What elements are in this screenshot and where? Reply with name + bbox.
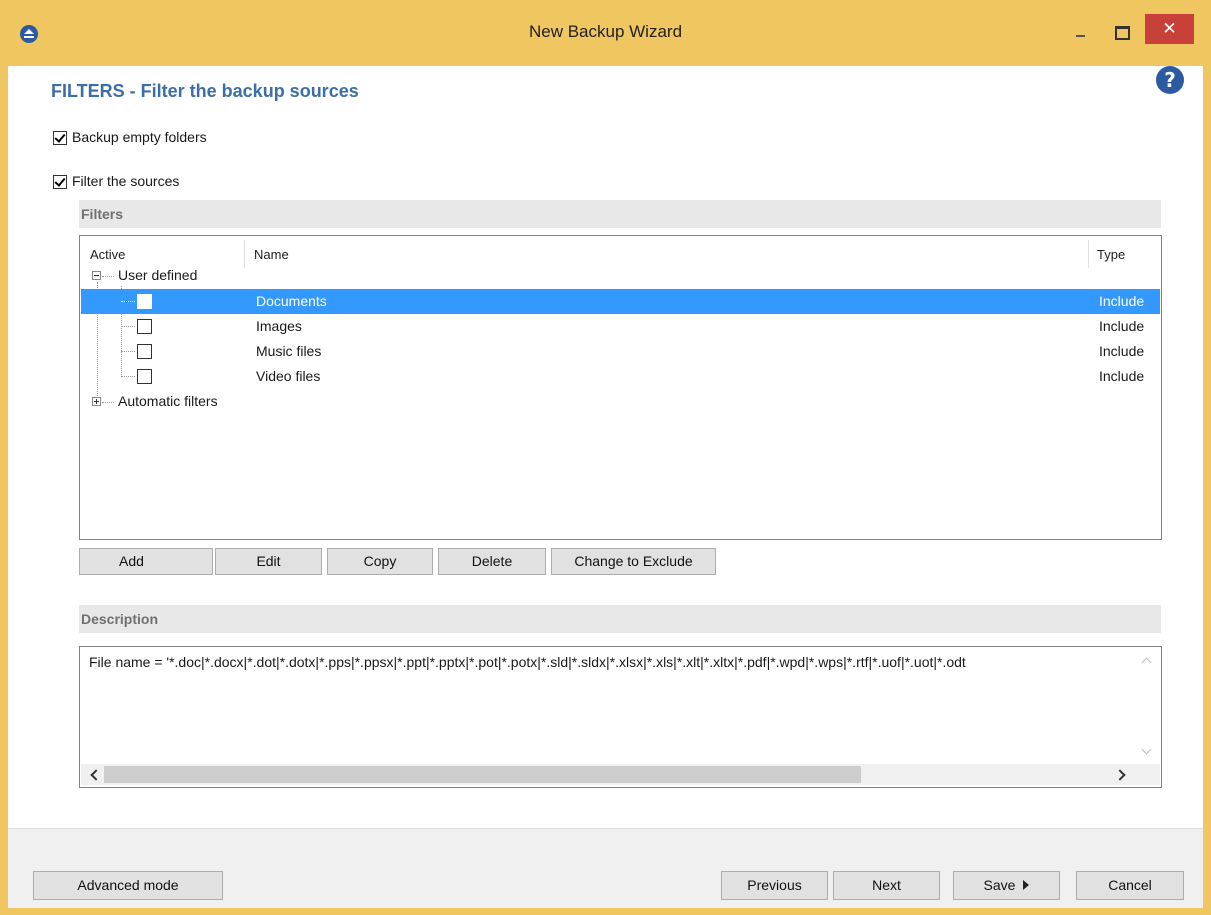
filter-active-checkbox[interactable] [137,344,152,359]
filter-active-checkbox[interactable] [137,369,152,384]
description-box[interactable]: File name = '*.doc|*.docx|*.dot|*.dotx|*… [79,646,1162,788]
filter-type: Include [1099,318,1145,334]
column-header-type[interactable]: Type [1097,241,1125,268]
column-separator[interactable] [1088,240,1089,268]
edit-button[interactable]: Edit [215,548,322,575]
help-icon[interactable]: ? [1156,66,1184,94]
tree-connector [102,276,114,277]
change-to-exclude-button[interactable]: Change to Exclude [551,548,716,575]
backup-empty-folders-label[interactable]: Backup empty folders [72,129,207,145]
save-arrow-icon [1023,880,1030,891]
scroll-up-icon[interactable] [1142,656,1152,666]
add-button-label: Add [119,553,144,569]
group-user-defined[interactable]: User defined [118,267,197,283]
description-section-header: Description [79,605,1161,633]
next-button[interactable]: Next [833,871,940,900]
title-bar: New Backup Wizard ✕ [0,0,1211,66]
add-button[interactable]: Add [79,548,274,575]
group-automatic-filters[interactable]: Automatic filters [118,393,218,409]
filter-row-documents[interactable]: Documents Include [81,289,1160,314]
delete-button[interactable]: Delete [438,548,546,575]
tree-connector [121,351,135,352]
filter-active-checkbox[interactable] [137,319,152,334]
wizard-content: ? FILTERS - Filter the backup sources Ba… [8,66,1203,908]
collapse-icon[interactable] [92,271,101,280]
scroll-down-icon[interactable] [1142,746,1152,756]
tree-connector [121,301,135,302]
expand-icon[interactable] [92,397,101,406]
previous-button[interactable]: Previous [721,871,828,900]
tree-connector [121,376,135,377]
filter-active-checkbox[interactable] [137,294,152,309]
scroll-left-icon[interactable] [89,769,99,779]
advanced-mode-button[interactable]: Advanced mode [33,871,223,900]
maximize-icon[interactable] [1107,24,1137,44]
filter-row-music-files[interactable]: Music files Include [81,339,1160,364]
page-title: FILTERS - Filter the backup sources [51,81,359,101]
horizontal-scrollbar[interactable] [81,764,1160,785]
backup-empty-folders-checkbox[interactable] [53,131,67,145]
filter-name: Documents [256,293,327,309]
tree-connector [102,402,114,403]
column-header-name[interactable]: Name [254,241,289,268]
close-icon[interactable]: ✕ [1145,14,1194,44]
filter-type: Include [1099,343,1145,359]
tree-connector [121,326,135,327]
minimize-icon[interactable] [1066,22,1096,42]
filter-name: Music files [256,343,322,359]
save-button-label: Save [983,877,1016,893]
filter-sources-checkbox[interactable] [53,175,67,189]
filter-type: Include [1099,293,1145,309]
filter-type: Include [1099,368,1145,384]
copy-button[interactable]: Copy [327,548,433,575]
save-button[interactable]: Save [953,871,1060,900]
description-text: File name = '*.doc|*.docx|*.dot|*.dotx|*… [89,654,966,670]
scrollbar-thumb[interactable] [104,766,861,783]
filter-name: Images [256,318,302,334]
filter-name: Video files [256,368,321,384]
column-separator[interactable] [244,240,245,268]
filter-row-video-files[interactable]: Video files Include [81,364,1160,389]
filter-sources-label[interactable]: Filter the sources [72,173,179,189]
footer-bar: Advanced mode Previous Next Save Cancel [8,828,1203,908]
column-header-active[interactable]: Active [90,241,125,268]
filter-row-images[interactable]: Images Include [81,314,1160,339]
filters-section-header: Filters [79,200,1161,228]
cancel-button[interactable]: Cancel [1076,871,1184,900]
window-title: New Backup Wizard [528,22,683,41]
scroll-right-icon[interactable] [1116,769,1126,779]
filters-tree[interactable]: Active Name Type User defined Documents … [79,235,1162,540]
